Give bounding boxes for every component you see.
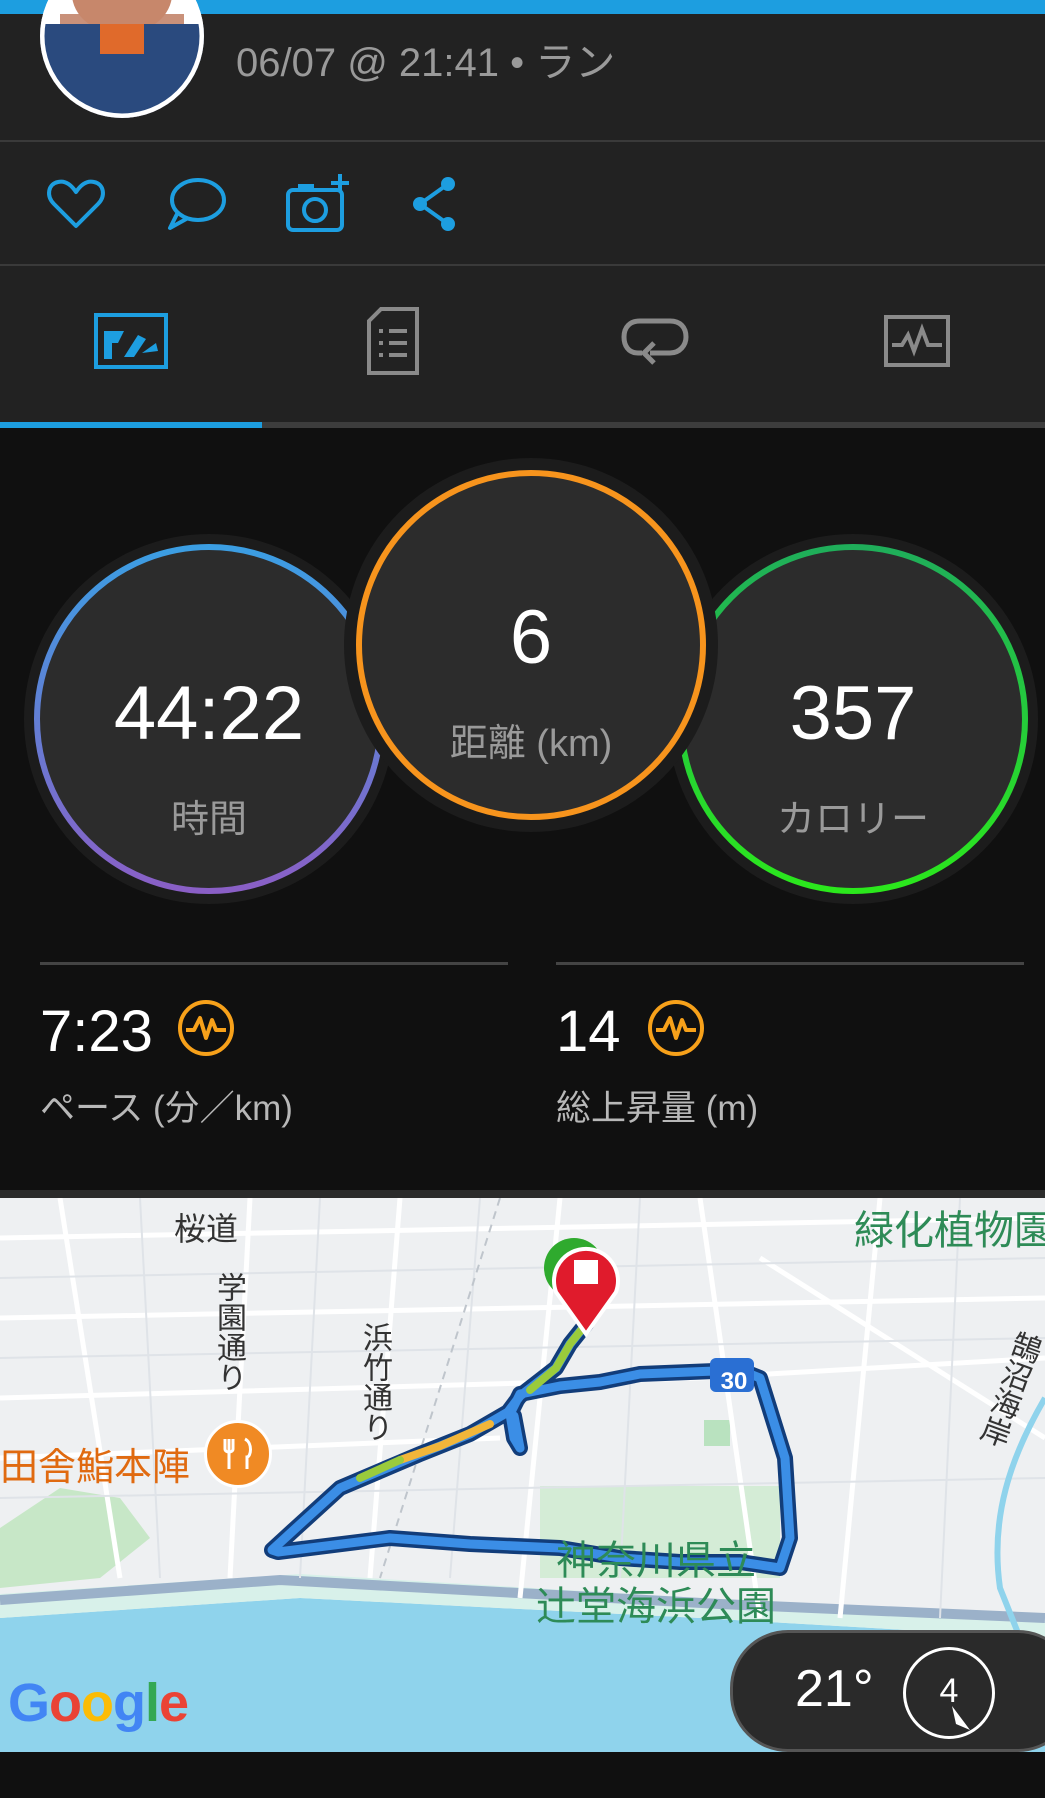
elevation-value: 14 [556, 999, 621, 1064]
map-label-restaurant: 田舎鮨本陣 [0, 1447, 191, 1489]
distance-label: 距離 (km) [449, 723, 613, 765]
divider [556, 962, 1024, 965]
map-label-sakuramichi: 桜道 [174, 1211, 239, 1247]
action-bar [0, 142, 1045, 264]
time-value: 44:22 [113, 671, 305, 756]
restaurant-icon[interactable] [204, 1420, 272, 1488]
weather-badge[interactable]: 21° 4 [730, 1630, 1045, 1752]
map-label-park-line2: 辻堂海浜公園 [536, 1585, 776, 1629]
map-label-gakuen: 学園通り [212, 1272, 245, 1392]
avatar[interactable] [40, 0, 204, 118]
divider [40, 962, 508, 965]
pace-value: 7:23 [40, 999, 153, 1064]
time-ring: 44:22 時間 [22, 532, 396, 906]
tab-laps[interactable] [524, 266, 785, 416]
activity-header: 06/07 @ 21:41 • ラン [0, 0, 1045, 140]
add-photo-icon[interactable] [284, 172, 354, 236]
loop-icon [620, 318, 689, 365]
tab-details[interactable] [262, 266, 523, 416]
tab-bar [0, 266, 1045, 422]
share-icon[interactable] [404, 172, 474, 236]
heart-icon[interactable] [44, 172, 114, 236]
route-number-badge: 30 [720, 1368, 748, 1395]
tab-overview[interactable] [0, 266, 261, 416]
pace-label: ペース (分／km) [40, 1089, 293, 1128]
chart-icon [883, 315, 950, 367]
bottom-bar [0, 1752, 1045, 1798]
pace-stat: 7:23 ペース (分／km) [40, 962, 508, 1128]
map-label-hamatake: 浜竹通り [358, 1322, 391, 1442]
comment-icon[interactable] [164, 172, 234, 236]
pace-heart-rate-icon[interactable] [176, 998, 236, 1058]
map-label-garden: 緑化植物園 [854, 1209, 1045, 1253]
time-label: 時間 [170, 799, 247, 841]
calories-value: 357 [789, 671, 917, 756]
wind-compass-icon: 4 [903, 1647, 995, 1739]
calories-ring: 357 カロリー [666, 532, 1040, 906]
elevation-icon[interactable] [646, 998, 706, 1058]
overview-icon [93, 313, 168, 369]
distance-ring: 6 距離 (km) [344, 458, 718, 832]
document-icon [366, 307, 419, 375]
calories-label: カロリー [776, 799, 929, 841]
elevation-stat: 14 総上昇量 (m) [556, 962, 1024, 1128]
stats-panel: 44:22 時間 357 カロリー 6 距離 (km) 7:23 ペース (分／… [0, 428, 1045, 1190]
temperature: 21° [795, 1660, 874, 1718]
activity-subtitle: 06/07 @ 21:41 • ラン [236, 41, 616, 85]
google-logo: Google [8, 1673, 189, 1733]
distance-value: 6 [509, 595, 553, 680]
tab-charts[interactable] [786, 266, 1045, 416]
elevation-label: 総上昇量 (m) [556, 1089, 759, 1128]
